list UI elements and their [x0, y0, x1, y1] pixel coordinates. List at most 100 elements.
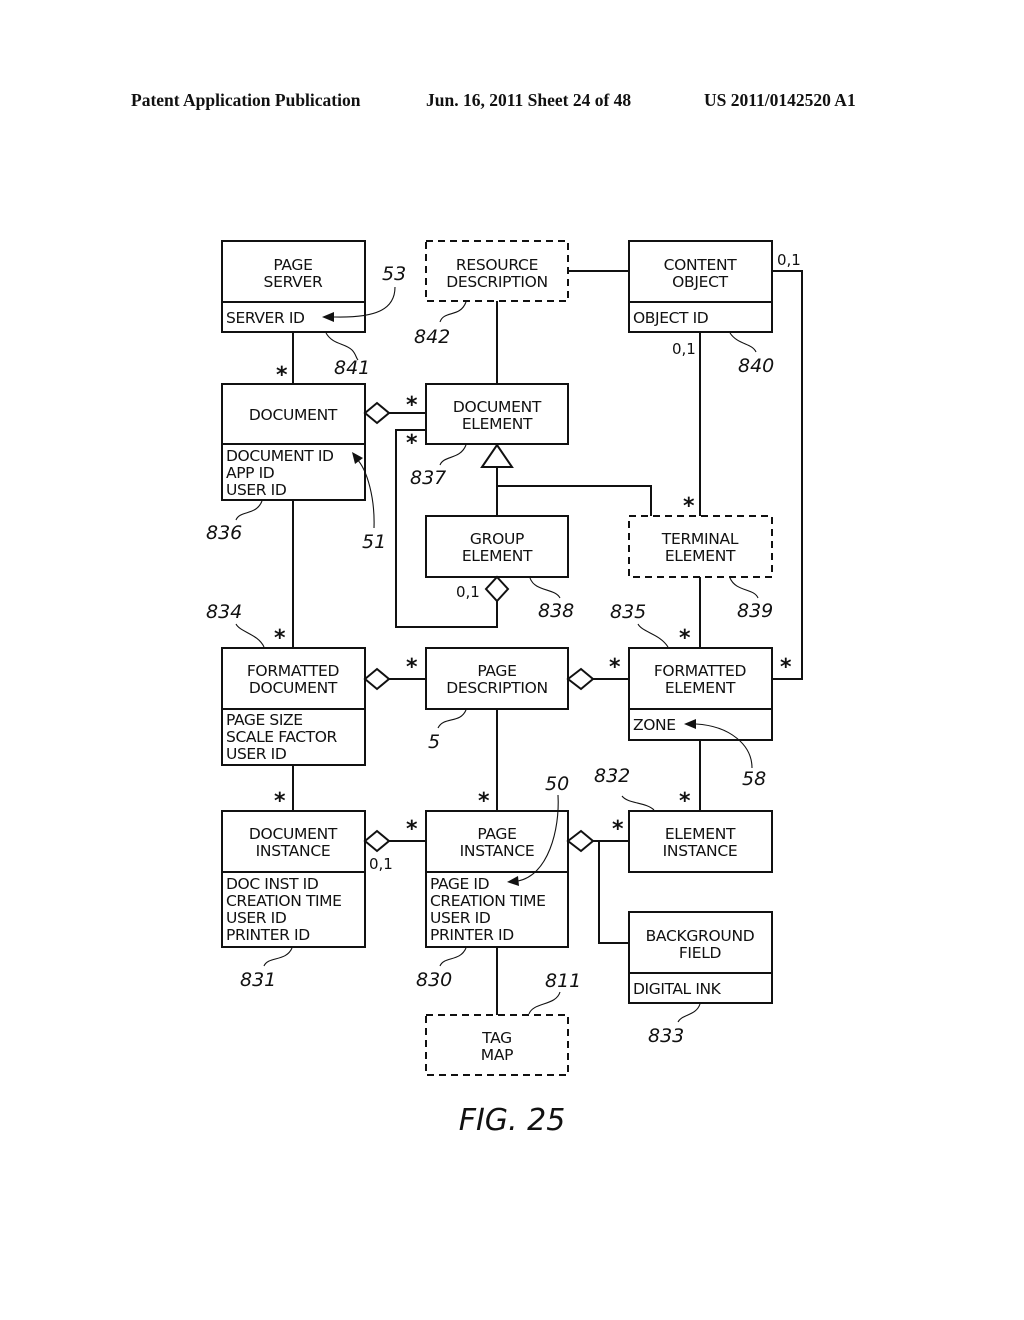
ref-numeral-50: 50 [545, 773, 569, 795]
document-attr-app-id: APP ID [226, 464, 275, 482]
ref-numeral-811: 811 [545, 970, 581, 992]
page-instance-attr-creation-time: CREATION TIME [430, 892, 546, 910]
formatted-document-attr-page-size: PAGE SIZE [226, 711, 303, 729]
link-pageinst-background [598, 841, 629, 944]
formatted-document-title-2: DOCUMENT [249, 679, 338, 697]
multiplicity-many: * [276, 363, 288, 388]
ref-numeral-841: 841 [334, 357, 370, 379]
multiplicity-zero-one: 0,1 [777, 251, 801, 269]
content-object-title-2: OBJECT [672, 273, 729, 291]
document-instance-attr-printer-id: PRINTER ID [226, 926, 310, 944]
entity-page-description: PAGE DESCRIPTION [425, 647, 569, 710]
ref-numeral-836: 836 [206, 522, 242, 544]
element-instance-title-1: ELEMENT [665, 825, 736, 843]
formatted-element-title-2: ELEMENT [665, 679, 736, 697]
entity-group-element: GROUP ELEMENT [425, 515, 569, 578]
leader-line [437, 709, 467, 729]
leader-line [729, 577, 759, 599]
document-title: DOCUMENT [249, 406, 338, 424]
group-element-title-2: ELEMENT [462, 547, 533, 565]
leader-line [235, 500, 263, 521]
content-object-attr-object-id: OBJECT ID [633, 309, 709, 327]
ref-numeral-830: 830 [416, 969, 452, 991]
background-field-title-2: FIELD [679, 944, 722, 962]
leader-line [677, 1003, 701, 1023]
document-attr-user-id: USER ID [226, 481, 287, 499]
leader-line [729, 332, 757, 353]
multiplicity-many: * [683, 494, 695, 519]
multiplicity-zero-one: 0,1 [456, 583, 480, 601]
entity-page-server: PAGE SERVER SERVER ID [221, 240, 366, 333]
aggregation-diamond-icon [484, 575, 510, 603]
formatted-document-title-1: FORMATTED [247, 662, 340, 680]
document-attr-document-id: DOCUMENT ID [226, 447, 334, 465]
leader-line [621, 795, 655, 811]
leader-line [528, 991, 561, 1015]
content-object-title-1: CONTENT [664, 256, 738, 274]
page-description-title-2: DESCRIPTION [446, 679, 548, 697]
document-instance-title-2: INSTANCE [256, 842, 331, 860]
document-instance-attr-doc-inst-id: DOC INST ID [226, 875, 319, 893]
ref-numeral-831: 831 [240, 969, 276, 991]
multiplicity-many: * [274, 626, 286, 651]
entity-formatted-element: FORMATTED ELEMENT ZONE [628, 647, 773, 741]
ref-numeral-834: 834 [206, 601, 242, 623]
aggregation-diamond-icon [363, 667, 391, 691]
terminal-element-title-1: TERMINAL [661, 530, 739, 548]
multiplicity-many: * [406, 393, 418, 418]
entity-document: DOCUMENT DOCUMENT ID APP ID USER ID [221, 383, 366, 501]
formatted-element-title-1: FORMATTED [654, 662, 747, 680]
page-instance-attr-user-id: USER ID [430, 909, 491, 927]
entity-resource-description: RESOURCE DESCRIPTION [425, 240, 569, 302]
tag-map-title-1: TAG [481, 1029, 512, 1047]
resource-description-title-2: DESCRIPTION [446, 273, 548, 291]
aggregation-diamond-icon [566, 667, 595, 691]
ref-numeral-840: 840 [738, 355, 774, 377]
entity-element-instance: ELEMENT INSTANCE [628, 810, 773, 873]
ref-numeral-58: 58 [742, 768, 766, 790]
multiplicity-many: * [406, 655, 418, 680]
document-instance-title-1: DOCUMENT [249, 825, 338, 843]
background-field-title-1: BACKGROUND [646, 927, 755, 945]
multiplicity-many: * [609, 655, 621, 680]
page-instance-attr-page-id: PAGE ID [430, 875, 490, 893]
link-generalization-terminal [497, 485, 652, 516]
aggregation-diamond-icon [363, 401, 391, 425]
ref-numeral-832: 832 [594, 765, 630, 787]
figure-caption: FIG. 25 [459, 1103, 566, 1138]
leader-line [325, 332, 359, 361]
document-instance-attr-creation-time: CREATION TIME [226, 892, 342, 910]
multiplicity-many: * [406, 431, 418, 456]
element-instance-title-2: INSTANCE [663, 842, 738, 860]
multiplicity-many: * [478, 789, 490, 814]
entity-tag-map: TAG MAP [425, 1014, 569, 1076]
entity-page-instance: PAGE INSTANCE PAGE ID CREATION TIME USER… [425, 810, 569, 948]
entity-content-object: CONTENT OBJECT OBJECT ID [628, 240, 773, 333]
multiplicity-many: * [406, 817, 418, 842]
ref-numeral-839: 839 [737, 600, 773, 622]
page-server-title-2: SERVER [264, 273, 323, 291]
ref-numeral-835: 835 [610, 601, 646, 623]
multiplicity-many: * [612, 817, 624, 842]
formatted-document-attr-scale-factor: SCALE FACTOR [226, 728, 338, 746]
formatted-document-attr-user-id: USER ID [226, 745, 287, 763]
document-instance-attr-user-id: USER ID [226, 909, 287, 927]
tag-map-title-2: MAP [481, 1046, 513, 1064]
aggregation-diamond-icon [566, 829, 595, 853]
resource-description-title-1: RESOURCE [456, 256, 538, 274]
entity-terminal-element: TERMINAL ELEMENT [628, 515, 773, 578]
formatted-element-attr-zone: ZONE [633, 716, 676, 734]
ref-numeral-51: 51 [362, 531, 386, 553]
terminal-element-title-2: ELEMENT [665, 547, 736, 565]
ref-numeral-833: 833 [648, 1025, 684, 1047]
leader-line [637, 623, 669, 648]
multiplicity-many: * [780, 655, 792, 680]
multiplicity-many: * [679, 789, 691, 814]
document-element-title-2: ELEMENT [462, 415, 533, 433]
multiplicity-zero-one: 0,1 [672, 340, 696, 358]
background-field-attr-digital-ink: DIGITAL INK [633, 980, 722, 998]
multiplicity-zero-one: 0,1 [369, 855, 393, 873]
leader-line [529, 577, 561, 599]
document-element-title-1: DOCUMENT [453, 398, 542, 416]
multiplicity-many: * [679, 626, 691, 651]
